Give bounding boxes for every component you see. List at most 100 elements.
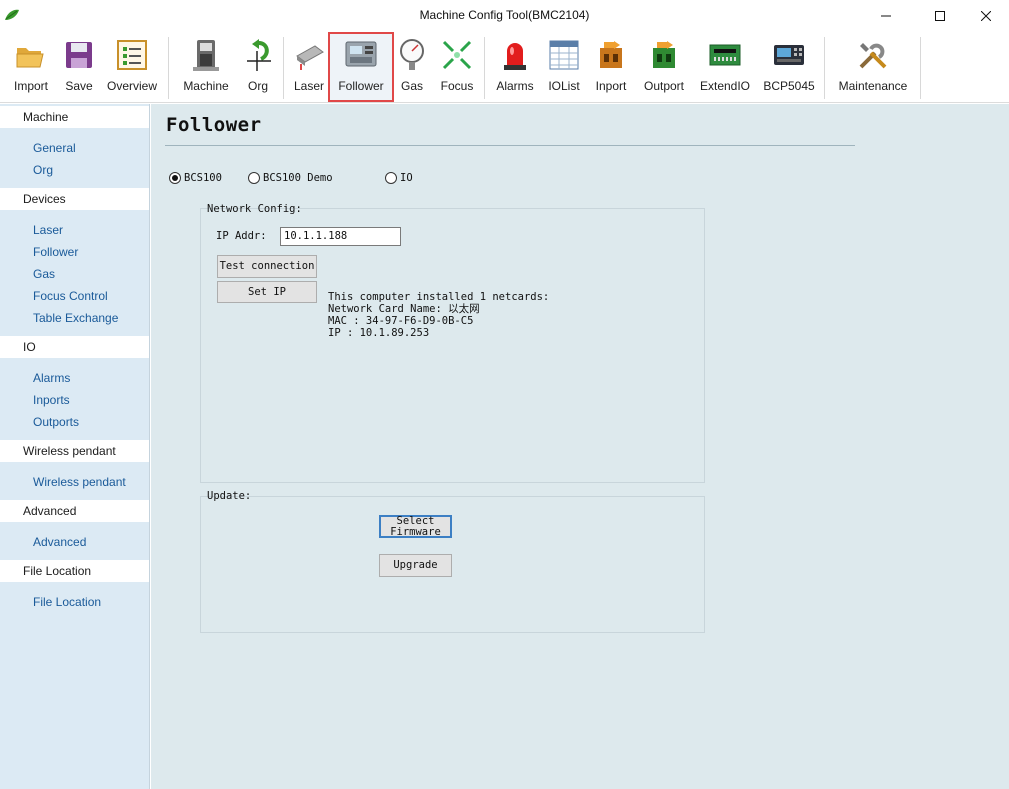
select-firmware-line1: Select [396,514,435,527]
update-group [200,496,705,633]
toolbar-bcp5045-label: BCP5045 [763,79,815,93]
toolbar-iolist-label: IOList [548,79,580,93]
toolbar-separator [484,37,485,99]
tools-icon [859,43,887,69]
network-config-label: Network Config: [207,203,302,215]
maximize-button[interactable] [917,0,963,31]
window-title: Machine Config Tool(BMC2104) [419,8,590,22]
toolbar-laser-button[interactable]: Laser [292,37,326,99]
minimize-button[interactable] [863,0,909,31]
netcard-count-text: This computer installed 1 netcards: [328,291,550,303]
test-connection-button[interactable]: Test connection [217,255,317,278]
toolbar-focus-label: Focus [440,79,474,93]
select-firmware-button[interactable]: Select Firmware [379,515,452,538]
toolbar-overview-label: Overview [106,79,157,93]
sidebar-section-wireless-pendant[interactable]: Wireless pendant [0,440,149,462]
sidebar-item-alarms[interactable]: Alarms [33,371,70,385]
sidebar-item-inports[interactable]: Inports [33,393,70,407]
sidebar-section-devices[interactable]: Devices [0,188,149,210]
ip-addr-label: IP Addr: [216,230,267,242]
focus-arrows-icon [442,40,472,70]
floppy-disk-icon [66,42,92,68]
select-firmware-line2: Firmware [390,525,441,538]
toolbar-maintenance-button[interactable]: Maintenance [834,37,912,99]
sidebar-item-general[interactable]: General [33,141,76,155]
toolbar-bcp5045-button[interactable]: BCP5045 [762,37,816,99]
sidebar-item-laser[interactable]: Laser [33,223,63,237]
alarm-beacon-icon [504,43,526,70]
sidebar-item-gas[interactable]: Gas [33,267,55,281]
radio-bcs100-demo[interactable]: BCS100 Demo [248,172,333,184]
sidebar-item-follower[interactable]: Follower [33,245,78,259]
toolbar-import-label: Import [13,79,48,93]
toolbar-outport-button[interactable]: Outport [640,37,688,99]
sidebar-section-advanced[interactable]: Advanced [0,500,149,522]
radio-bcs100[interactable]: BCS100 [169,172,222,184]
toolbar-focus-button[interactable]: Focus [438,37,476,99]
sidebar-item-file-location[interactable]: File Location [33,595,101,609]
toolbar-org-label: Org [247,79,268,93]
sidebar-item-focus-control[interactable]: Focus Control [33,289,108,303]
sidebar: Machine General Org Devices Laser Follow… [0,104,150,789]
toolbar-follower-button[interactable]: Follower [328,32,394,102]
radio-io-label: IO [400,172,413,184]
sidebar-section-machine[interactable]: Machine [0,106,149,128]
toolbar-laser-label: Laser [293,79,325,93]
toolbar-inport-button[interactable]: Inport [592,37,630,99]
update-label: Update: [207,490,252,502]
title-bar: Machine Config Tool(BMC2104) [0,0,1009,31]
radio-bcs100-label: BCS100 [184,172,222,184]
toolbar-gas-label: Gas [400,79,423,93]
circuit-board-icon [709,44,741,66]
table-grid-icon [549,40,579,70]
toolbar-separator [168,37,169,99]
network-config-group [200,208,705,483]
sidebar-item-table-exchange[interactable]: Table Exchange [33,311,118,325]
toolbar-extendio-button[interactable]: ExtendIO [698,37,752,99]
sidebar-section-file-location[interactable]: File Location [0,560,149,582]
title-divider [165,145,855,146]
netcard-info: This computer installed 1 netcards: Netw… [328,291,549,339]
inport-terminal-icon [600,41,622,68]
toolbar-maintenance-label: Maintenance [838,79,908,93]
folder-open-icon [16,48,44,68]
sidebar-item-outports[interactable]: Outports [33,415,79,429]
toolbar-import-button[interactable]: Import [10,37,52,99]
netcard-name-text: Network Card Name: 以太网 [328,303,480,315]
ip-addr-input[interactable]: 10.1.1.188 [280,227,401,246]
page-title: Follower [166,114,262,136]
toolbar-machine-label: Machine [183,79,229,93]
toolbar-follower-label: Follower [338,79,384,93]
machine-icon [193,40,219,71]
sidebar-item-org[interactable]: Org [33,163,53,177]
maximize-icon [935,10,945,21]
pressure-gauge-icon [400,39,424,70]
origin-arrow-icon [247,39,271,71]
toolbar-inport-label: Inport [595,79,627,93]
radio-checked-icon [169,172,181,184]
toolbar-iolist-button[interactable]: IOList [546,37,582,99]
radio-unchecked-icon [385,172,397,184]
toolbar-separator [920,37,921,99]
laser-head-icon [296,45,324,70]
toolbar-alarms-button[interactable]: Alarms [494,37,536,99]
toolbar-separator [824,37,825,99]
toolbar-org-button[interactable]: Org [242,37,274,99]
radio-unchecked-icon [248,172,260,184]
sidebar-section-io[interactable]: IO [0,336,149,358]
sidebar-item-wireless-pendant[interactable]: Wireless pendant [33,475,126,489]
sidebar-item-advanced[interactable]: Advanced [33,535,86,549]
set-ip-button[interactable]: Set IP [217,281,317,303]
toolbar-save-button[interactable]: Save [62,37,96,99]
toolbar: Import Save Overview Machine Org Laser F… [0,31,1009,103]
netcard-ip-text: IP : 10.1.89.253 [328,327,430,339]
toolbar-gas-button[interactable]: Gas [398,37,426,99]
radio-io[interactable]: IO [385,172,413,184]
close-button[interactable] [963,0,1009,31]
toolbar-machine-button[interactable]: Machine [180,37,232,99]
upgrade-button[interactable]: Upgrade [379,554,452,577]
netcard-mac-text: MAC : 34-97-F6-D9-0B-C5 [328,315,474,327]
toolbar-outport-label: Outport [643,79,685,93]
toolbar-save-label: Save [65,79,93,93]
toolbar-overview-button[interactable]: Overview [105,37,159,99]
